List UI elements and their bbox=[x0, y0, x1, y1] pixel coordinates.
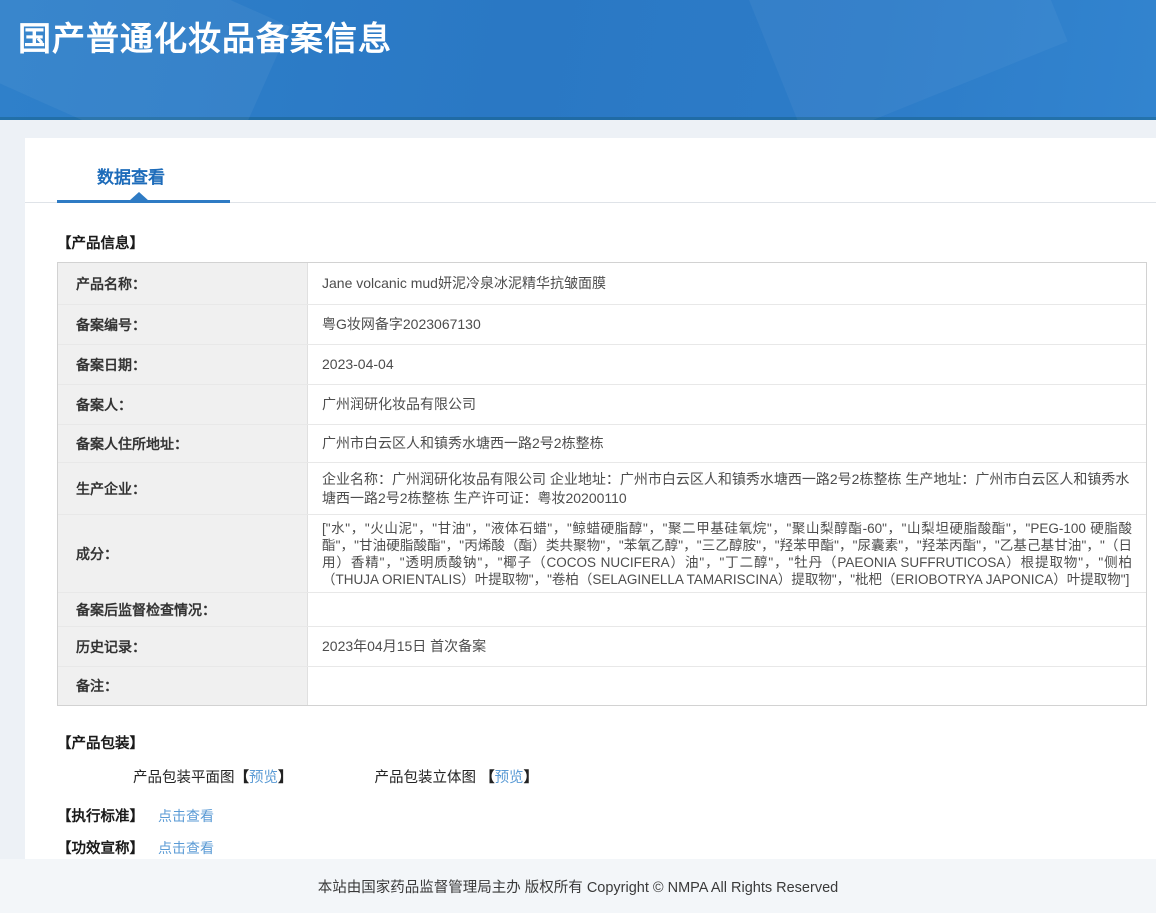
page-footer: 本站由国家药品监督管理局主办 版权所有 Copyright © NMPA All… bbox=[0, 859, 1156, 913]
efficacy-section: 【功效宣称】点击查看 bbox=[57, 837, 1156, 858]
page-title: 国产普通化妆品备案信息 bbox=[0, 0, 1156, 60]
section-heading-product-packaging: 【产品包装】 bbox=[57, 732, 1156, 753]
row-label: 成分： bbox=[58, 515, 308, 592]
content-card: 数据查看 【产品信息】 产品名称： Jane volcanic mud妍泥冷泉冰… bbox=[25, 138, 1156, 859]
row-label: 备案人： bbox=[58, 385, 308, 424]
row-value: ["水"，"火山泥"，"甘油"，"液体石蜡"，"鲸蜡硬脂醇"，"聚二甲基硅氧烷"… bbox=[308, 515, 1146, 592]
footer-text: 本站由国家药品监督管理局主办 版权所有 Copyright © NMPA All… bbox=[318, 880, 838, 896]
table-row-product-name: 产品名称： Jane volcanic mud妍泥冷泉冰泥精华抗皱面膜 bbox=[58, 263, 1146, 305]
table-row-manufacturer: 生产企业： 企业名称：广州润研化妆品有限公司 企业地址：广州市白云区人和镇秀水塘… bbox=[58, 463, 1146, 515]
page-header: 国产普通化妆品备案信息 bbox=[0, 0, 1156, 120]
product-info-table: 产品名称： Jane volcanic mud妍泥冷泉冰泥精华抗皱面膜 备案编号… bbox=[57, 262, 1147, 706]
row-label: 备注： bbox=[58, 667, 308, 705]
row-value bbox=[308, 593, 1146, 626]
table-row-record-number: 备案编号： 粤G妆网备字2023067130 bbox=[58, 305, 1146, 345]
standards-section: 【执行标准】点击查看 bbox=[57, 805, 1156, 826]
table-row-registrant-address: 备案人住所地址： 广州市白云区人和镇秀水塘西一路2号2栋整栋 bbox=[58, 425, 1146, 463]
bracket-open: 【 bbox=[480, 770, 495, 786]
bracket-open: 【 bbox=[235, 770, 250, 786]
row-value: 粤G妆网备字2023067130 bbox=[308, 305, 1146, 344]
row-value bbox=[308, 667, 1146, 705]
view-link-efficacy[interactable]: 点击查看 bbox=[158, 840, 214, 856]
row-label: 备案编号： bbox=[58, 305, 308, 344]
section-heading-efficacy: 【功效宣称】 bbox=[57, 841, 144, 857]
row-label: 备案后监督检查情况： bbox=[58, 593, 308, 626]
packaging-stereo-item: 产品包装立体图 【预览】 bbox=[375, 770, 539, 786]
row-label: 历史记录： bbox=[58, 627, 308, 666]
row-value: Jane volcanic mud妍泥冷泉冰泥精华抗皱面膜 bbox=[308, 263, 1146, 304]
row-value: 广州润研化妆品有限公司 bbox=[308, 385, 1146, 424]
tab-caret-icon bbox=[129, 192, 149, 201]
tab-bar: 数据查看 bbox=[25, 138, 1156, 204]
view-link-standards[interactable]: 点击查看 bbox=[158, 808, 214, 824]
section-heading-product-info: 【产品信息】 bbox=[57, 232, 1156, 253]
table-row-history: 历史记录： 2023年04月15日 首次备案 bbox=[58, 627, 1146, 667]
packaging-stereo-label: 产品包装立体图 bbox=[375, 770, 481, 786]
table-row-registrant: 备案人： 广州润研化妆品有限公司 bbox=[58, 385, 1146, 425]
row-label: 生产企业： bbox=[58, 463, 308, 514]
packaging-flat-label: 产品包装平面图 bbox=[133, 770, 235, 786]
row-label: 备案日期： bbox=[58, 345, 308, 384]
tab-data-view[interactable]: 数据查看 bbox=[97, 163, 165, 188]
row-value: 2023-04-04 bbox=[308, 345, 1146, 384]
row-label: 产品名称： bbox=[58, 263, 308, 304]
bracket-close: 】 bbox=[524, 770, 539, 786]
row-value: 企业名称：广州润研化妆品有限公司 企业地址：广州市白云区人和镇秀水塘西一路2号2… bbox=[308, 463, 1146, 514]
table-row-remarks: 备注： bbox=[58, 667, 1146, 705]
bracket-close: 】 bbox=[278, 770, 293, 786]
table-row-ingredients: 成分： ["水"，"火山泥"，"甘油"，"液体石蜡"，"鲸蜡硬脂醇"，"聚二甲基… bbox=[58, 515, 1146, 593]
packaging-flat-item: 产品包装平面图【预览】 bbox=[133, 770, 297, 786]
packaging-links-row: 产品包装平面图【预览】 产品包装立体图 【预览】 bbox=[133, 766, 1156, 787]
table-row-supervision: 备案后监督检查情况： bbox=[58, 593, 1146, 627]
preview-link-stereo[interactable]: 预览 bbox=[495, 770, 524, 786]
row-value: 广州市白云区人和镇秀水塘西一路2号2栋整栋 bbox=[308, 425, 1146, 462]
section-heading-standards: 【执行标准】 bbox=[57, 809, 144, 825]
preview-link-flat[interactable]: 预览 bbox=[249, 770, 278, 786]
table-row-record-date: 备案日期： 2023-04-04 bbox=[58, 345, 1146, 385]
row-value: 2023年04月15日 首次备案 bbox=[308, 627, 1146, 666]
row-label: 备案人住所地址： bbox=[58, 425, 308, 462]
